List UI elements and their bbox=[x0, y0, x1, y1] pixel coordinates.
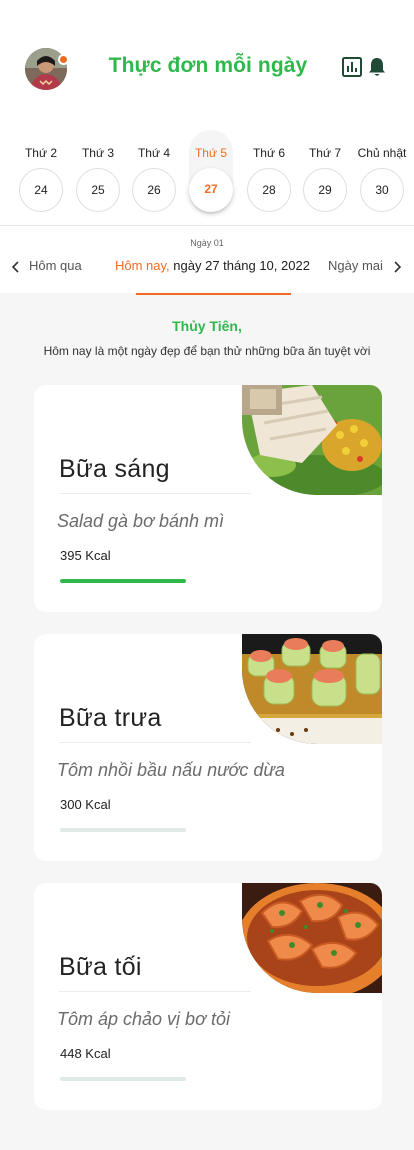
meal-dish-name: Salad gà bơ bánh mì bbox=[57, 511, 224, 531]
greeting-name: Thủy Tiên, bbox=[172, 318, 242, 334]
day-date: 29 bbox=[303, 168, 347, 212]
day-date: 25 bbox=[76, 168, 120, 212]
today-date: ngày 27 tháng 10, 2022 bbox=[173, 258, 310, 273]
meal-calories: 448 Kcal bbox=[60, 1046, 111, 1061]
day-index-label: Ngày 01 bbox=[190, 238, 224, 248]
meal-progress-bar bbox=[60, 579, 186, 583]
page-title: Thực đơn mỗi ngày bbox=[108, 54, 308, 77]
meal-card-dinner[interactable]: Bữa tối Tôm áp chảo vị bơ tỏi 448 Kcal bbox=[34, 883, 382, 1110]
divider bbox=[59, 493, 251, 494]
avatar-status-badge bbox=[58, 54, 69, 65]
meal-title: Bữa sáng bbox=[59, 455, 170, 483]
day-date: 27 bbox=[189, 168, 233, 212]
today-word: Hôm nay, bbox=[115, 258, 170, 273]
week-day-selector: Thứ 2 24 Thứ 3 25 Thứ 4 26 Thứ 5 27 Thứ … bbox=[0, 130, 414, 214]
meal-title: Bữa trưa bbox=[59, 704, 162, 732]
day-item-chu-nhat[interactable]: Chủ nhật 30 bbox=[358, 130, 406, 214]
meal-calories: 300 Kcal bbox=[60, 797, 111, 812]
divider bbox=[0, 225, 414, 226]
previous-day-link[interactable]: Hôm qua bbox=[29, 258, 82, 273]
active-tab-indicator bbox=[136, 293, 291, 295]
chicken-salad-photo bbox=[242, 385, 382, 495]
meal-calories: 395 Kcal bbox=[60, 548, 111, 563]
greeting-message: Hôm nay là một ngày đẹp để bạn thử những… bbox=[43, 344, 371, 358]
day-item-thu-7[interactable]: Thứ 7 29 bbox=[303, 130, 347, 214]
next-day-link[interactable]: Ngày mai bbox=[328, 258, 383, 273]
day-item-thu-3[interactable]: Thứ 3 25 bbox=[76, 130, 120, 214]
meal-card-lunch[interactable]: Bữa trưa Tôm nhồi bầu nấu nước dừa 300 K… bbox=[34, 634, 382, 861]
bar-chart-icon[interactable] bbox=[341, 56, 363, 78]
meal-dish-name: Tôm áp chảo vị bơ tỏi bbox=[57, 1009, 230, 1029]
meal-dish-name: Tôm nhồi bầu nấu nước dừa bbox=[57, 760, 285, 780]
meal-card-breakfast[interactable]: Bữa sáng Salad gà bơ bánh mì 395 Kcal bbox=[34, 385, 382, 612]
day-item-thu-5-selected[interactable]: Thứ 5 27 bbox=[189, 130, 233, 214]
chevron-right-icon[interactable] bbox=[391, 260, 403, 274]
day-item-thu-2[interactable]: Thứ 2 24 bbox=[19, 130, 63, 214]
day-date: 28 bbox=[247, 168, 291, 212]
meal-title: Bữa tối bbox=[59, 953, 142, 981]
current-day-tab[interactable]: Hôm nay, ngày 27 tháng 10, 2022 bbox=[115, 258, 310, 273]
divider bbox=[59, 742, 251, 743]
day-date: 30 bbox=[360, 168, 404, 212]
garlic-butter-shrimp-photo bbox=[242, 883, 382, 993]
bell-icon[interactable] bbox=[366, 56, 388, 78]
day-date: 24 bbox=[19, 168, 63, 212]
meal-progress-bar bbox=[60, 828, 186, 832]
day-item-thu-4[interactable]: Thứ 4 26 bbox=[132, 130, 176, 214]
day-date: 26 bbox=[132, 168, 176, 212]
stuffed-gourd-shrimp-photo bbox=[242, 634, 382, 744]
divider bbox=[59, 991, 251, 992]
day-item-thu-6[interactable]: Thứ 6 28 bbox=[247, 130, 291, 214]
chevron-left-icon[interactable] bbox=[10, 260, 22, 274]
day-label: Chủ nhật bbox=[357, 146, 407, 160]
meal-progress-bar bbox=[60, 1077, 186, 1081]
top-panel: Thực đơn mỗi ngày Thứ 2 24 Thứ 3 25 Thứ … bbox=[0, 0, 414, 293]
meal-progress-fill bbox=[60, 579, 186, 583]
